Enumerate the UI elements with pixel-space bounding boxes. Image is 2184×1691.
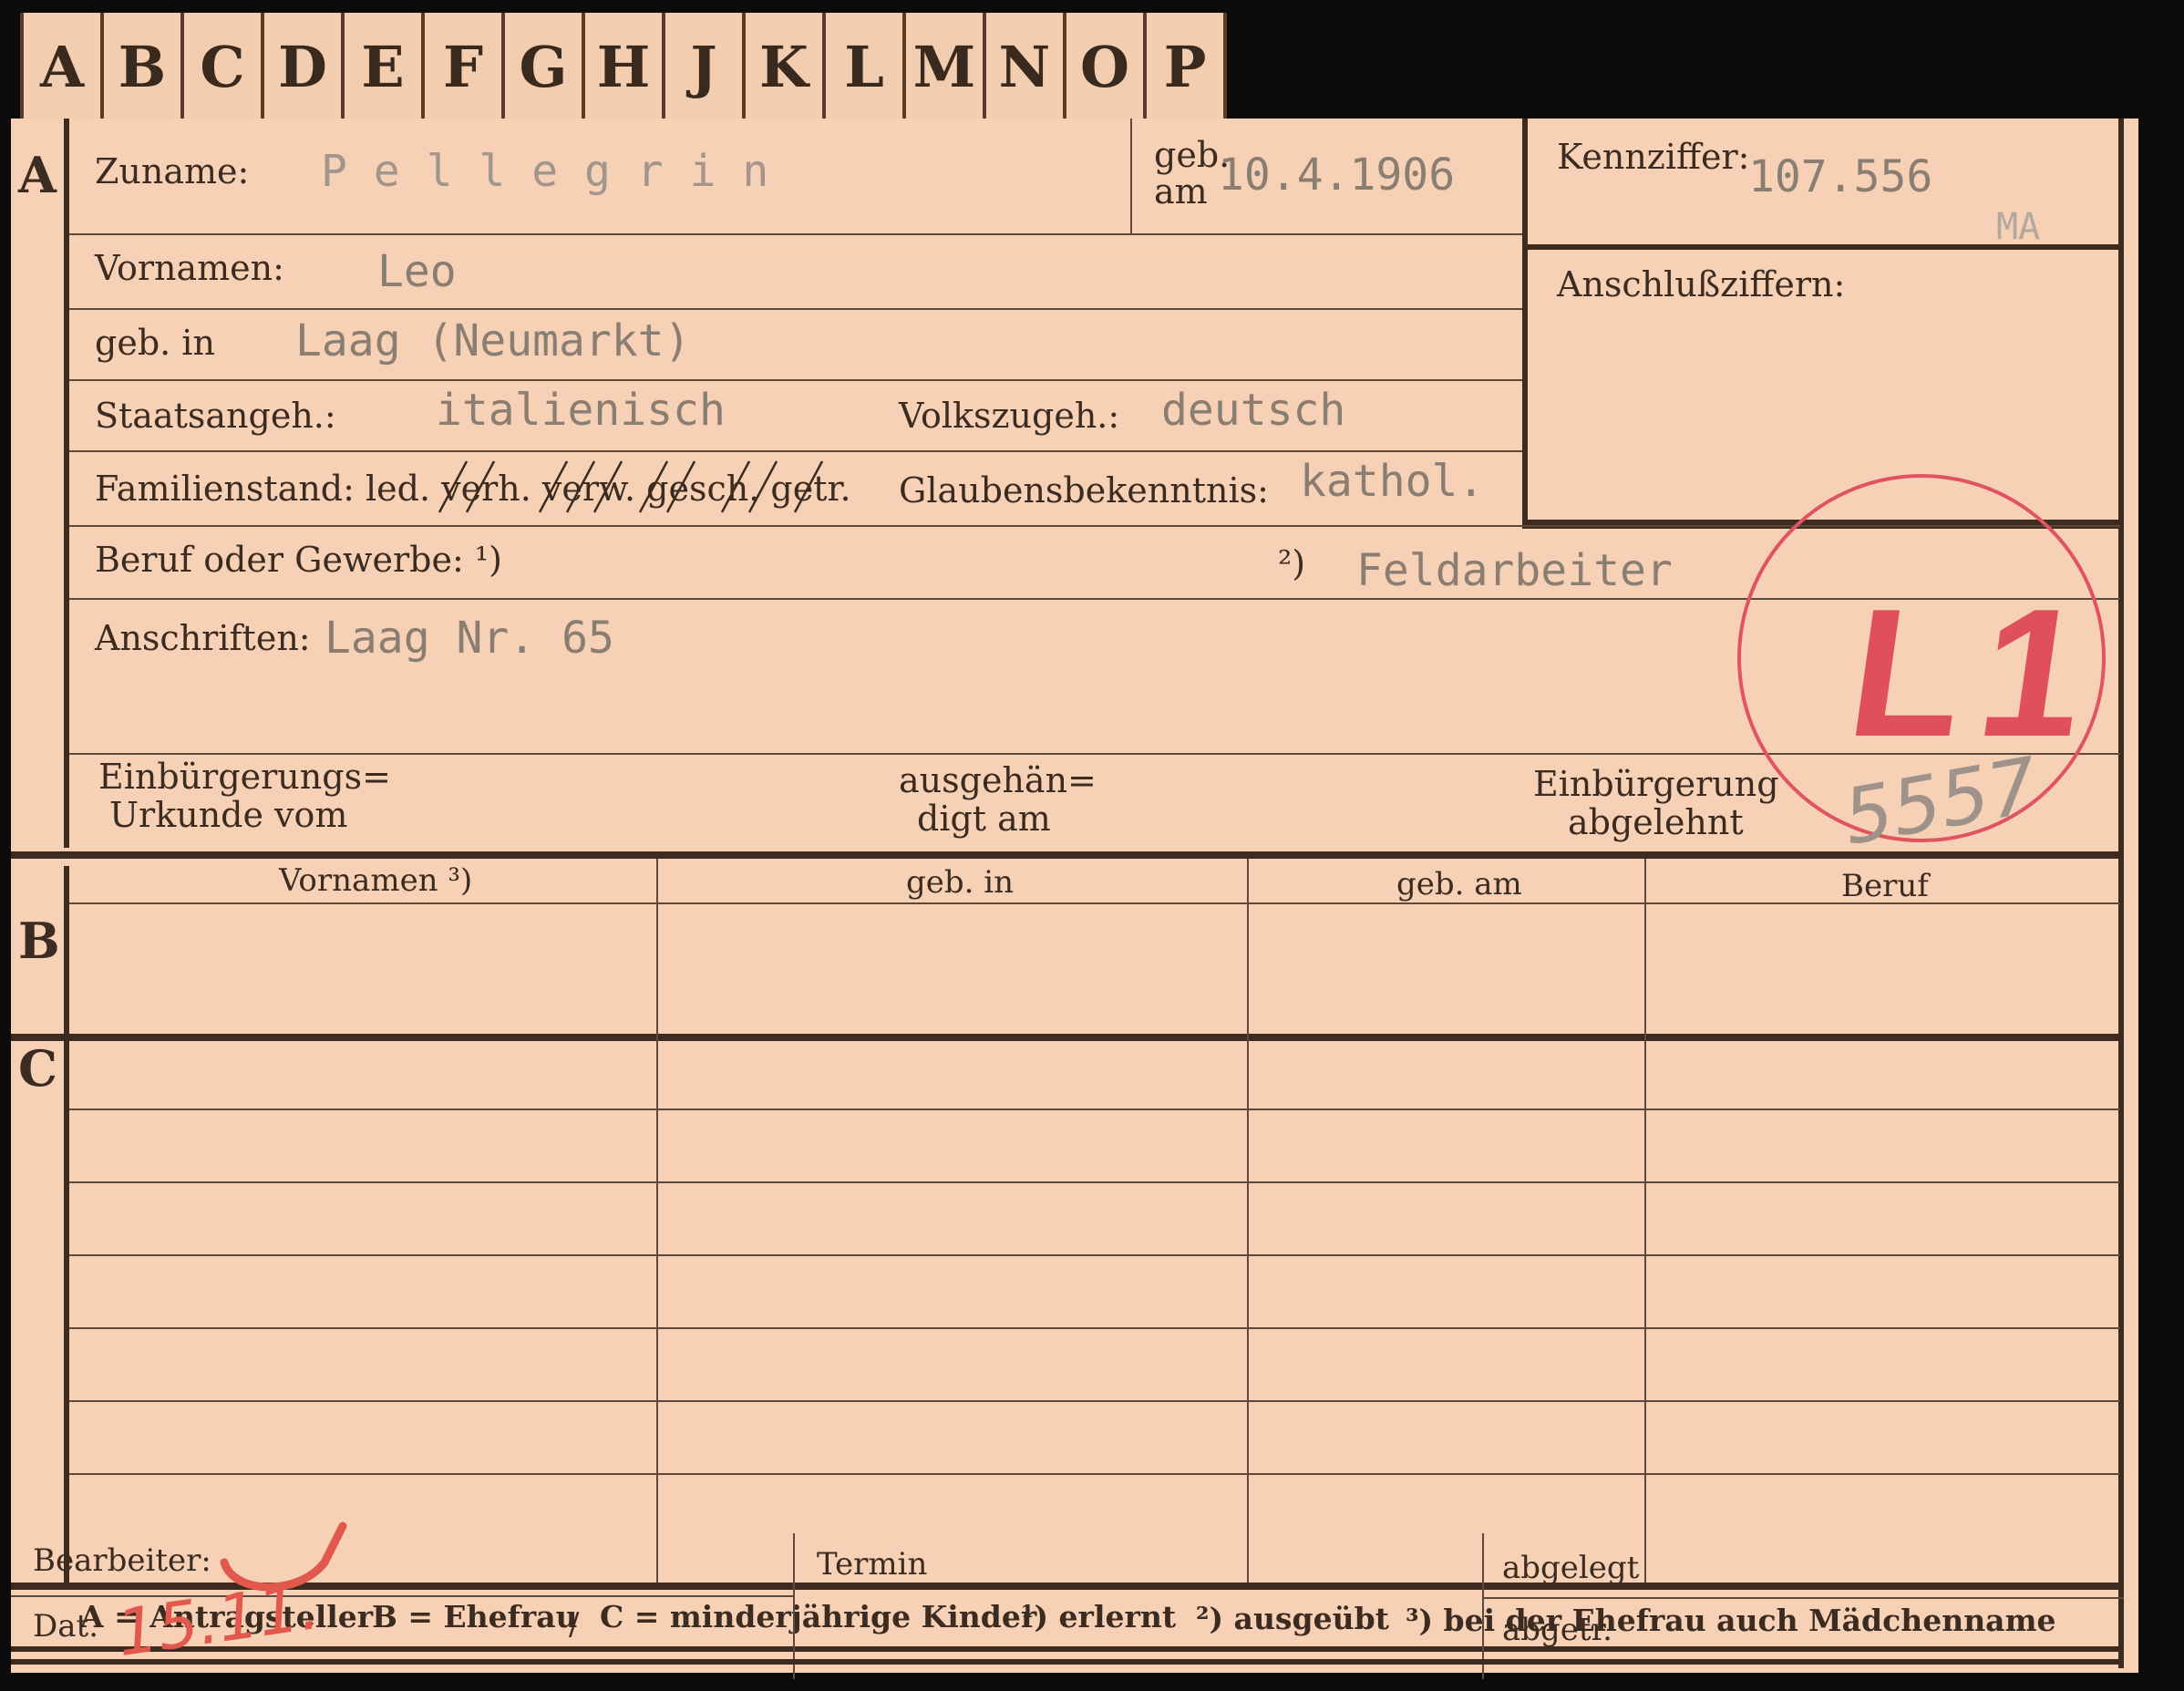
section-b-top [11,851,2124,859]
bottom-block: Bearbeiter: Dat. 15.11. / Termin abgeleg… [11,1521,2138,1671]
anschlussziffern-label: Anschlußziffern: [1557,264,1846,304]
divider-geb-am [1130,119,1132,233]
stamp-text: L1 [1838,572,2117,775]
letter-tab-j[interactable]: J [665,13,746,120]
volkszugeh-label: Volkszugeh.: [899,396,1120,436]
bearbeiter-label: Bearbeiter: [33,1542,211,1579]
letter-tab-h[interactable]: H [585,13,665,120]
dat-label: Dat. [33,1608,99,1645]
familienstand-strikethrough [438,460,824,513]
kennziffer-box-divider [1522,244,2124,250]
col-div-2 [1247,859,1249,1584]
bottom-col-div-1 [793,1533,795,1661]
letter-tab-m[interactable]: M [906,13,986,120]
einbuergerungsurkunde-label-2: Urkunde vom [109,795,348,835]
letter-tab-n[interactable]: N [986,13,1066,120]
bottom-line-right [1482,1597,2124,1599]
section-b-label: B [18,912,60,970]
left-border-bc [64,866,69,1586]
vornamen-value: Leo [377,246,457,297]
letter-tab-e[interactable]: E [345,13,425,120]
registration-card: A B C Zuname: P e l l e g r i n geb. am … [11,119,2138,1679]
letter-tab-a[interactable]: A [20,13,104,120]
ausgehaendigt-label-2: digt am [917,799,1051,839]
glaubensbekenntnis-value: kathol. [1300,456,1485,507]
anschriften-label: Anschriften: [95,618,311,658]
section-c-top [11,1034,2124,1041]
table-header-line [69,902,2120,904]
c-row-line-2 [69,1181,2120,1183]
kennziffer-value: 107.556 [1748,151,1933,202]
letter-tab-strip: ABCDEFGHJKLMNOP [20,13,1227,120]
letter-tab-d[interactable]: D [264,13,345,120]
table-header-geb-am: geb. am [1396,866,1522,902]
termin-label: Termin [817,1546,928,1583]
dat-separator: / [569,1606,580,1643]
einbuergerung-abgelehnt-label-2: abgelehnt [1568,802,1744,842]
vornamen-label: Vornamen: [95,248,284,288]
anschriften-value: Laag Nr. 65 [325,613,614,664]
staatsangeh-label: Staatsangeh.: [95,396,336,436]
letter-tab-l[interactable]: L [826,13,906,120]
volkszugeh-value: deutsch [1161,385,1346,436]
c-row-line-3 [69,1254,2120,1256]
c-row-line-6 [69,1473,2120,1475]
beruf-ausgeuebt-value: Feldarbeiter [1356,545,1673,596]
letter-tab-b[interactable]: B [104,13,184,120]
glaubensbekenntnis-label: Glaubensbekenntnis: [899,470,1269,510]
letter-tab-k[interactable]: K [746,13,826,120]
letter-tab-c[interactable]: C [184,13,264,120]
letter-tab-f[interactable]: F [425,13,505,120]
col-div-3 [1644,859,1646,1584]
bearbeiter-initial-mark [220,1521,347,1592]
row-line-2 [69,308,1522,310]
geb-am-label-bottom: am [1154,171,1208,211]
table-header-vornamen: Vornamen ³) [279,862,473,899]
geb-am-value: 10.4.1906 [1218,150,1456,201]
letter-tab-p[interactable]: P [1147,13,1227,120]
letter-tab-g[interactable]: G [505,13,585,120]
beruf-ausgeuebt-marker: ²) [1278,543,1306,583]
right-border [2118,119,2124,1668]
ausgehaendigt-label-1: ausgehän= [899,760,1097,800]
geb-in-label: geb. in [95,323,215,363]
kennziffer-suffix: MA [1996,206,2041,248]
letter-tab-o[interactable]: O [1066,13,1147,120]
card-bottom-edge [11,1659,2124,1665]
kennziffer-box-left [1522,119,1528,525]
einbuergerungsurkunde-label-1: Einbürgerungs= [98,757,391,797]
section-a-label: A [18,146,57,204]
beruf-label: Beruf oder Gewerbe: ¹) [95,540,502,580]
c-row-line-1 [69,1108,2120,1110]
abgelegt-label: abgelegt [1502,1550,1640,1586]
col-div-1 [656,859,658,1584]
c-row-line-5 [69,1400,2120,1402]
table-header-geb-in: geb. in [906,864,1015,901]
left-border-a [64,119,69,848]
geb-in-value: Laag (Neumarkt) [295,315,691,366]
section-c-label: C [18,1039,57,1098]
staatsangeh-value: italienisch [436,385,726,436]
table-header-beruf: Beruf [1841,868,1929,904]
row-line-3 [69,379,1522,381]
c-row-line-4 [69,1327,2120,1329]
zuname-value: P e l l e g r i n [321,146,769,197]
row-line-1 [69,233,1522,235]
kennziffer-label: Kennziffer: [1557,137,1750,177]
abgetr-label: abgetr. [1502,1612,1612,1648]
zuname-label: Zuname: [95,151,250,191]
